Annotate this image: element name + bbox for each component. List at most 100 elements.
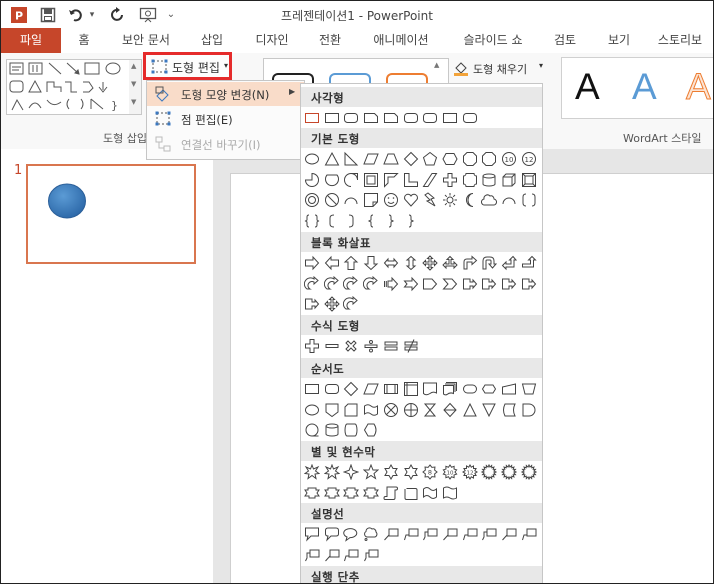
- shape-option-rect-5[interactable]: [403, 110, 420, 127]
- shape-option-arrow-24[interactable]: [304, 296, 321, 313]
- shape-option-callout-14[interactable]: [343, 547, 360, 564]
- shape-option-callout-13[interactable]: [324, 547, 341, 564]
- gallery-scrollbar[interactable]: ▲ ▼ ▼: [129, 59, 142, 115]
- shape-option-callout-4[interactable]: [383, 526, 400, 543]
- shape-option-callout-0[interactable]: [304, 526, 321, 543]
- shape-option-flow-21[interactable]: [481, 402, 498, 419]
- styles-scroll-up-icon[interactable]: ▲: [434, 61, 439, 69]
- shape-option-arrow-5[interactable]: [403, 255, 420, 272]
- circle-shape[interactable]: [47, 182, 87, 220]
- shape-option-star-18[interactable]: [422, 485, 439, 502]
- tab-transitions[interactable]: 전환: [305, 28, 355, 53]
- shape-option-basic-3[interactable]: [363, 151, 380, 168]
- shape-option-rect-7[interactable]: [442, 110, 459, 127]
- shape-option-flow-5[interactable]: [403, 381, 420, 398]
- tab-home[interactable]: 홈: [61, 28, 107, 53]
- shape-option-basic-16[interactable]: [383, 172, 400, 189]
- tab-file[interactable]: 파일: [1, 28, 61, 53]
- shape-option-basic-8[interactable]: [462, 151, 479, 168]
- shape-option-basic-31[interactable]: [442, 192, 459, 209]
- shape-option-basic-18[interactable]: [422, 172, 439, 189]
- shape-option-star-9[interactable]: [481, 463, 498, 481]
- shape-option-basic-11[interactable]: 12: [521, 151, 538, 168]
- shape-option-rect-3[interactable]: [363, 110, 380, 127]
- shape-option-callout-7[interactable]: [442, 526, 459, 543]
- shape-option-arrow-3[interactable]: [363, 255, 380, 272]
- tab-insert[interactable]: 삽입: [185, 28, 239, 53]
- shape-option-callout-11[interactable]: [521, 526, 538, 543]
- shape-option-callout-9[interactable]: [481, 526, 498, 543]
- wordart-style-orange[interactable]: A: [686, 66, 712, 108]
- shape-option-basic-22[interactable]: [501, 172, 518, 189]
- shape-option-star-3[interactable]: [362, 463, 380, 481]
- shape-option-basic-13[interactable]: [324, 172, 341, 189]
- tab-storyboard[interactable]: 스토리보: [647, 28, 713, 53]
- shape-option-basic-10[interactable]: 10: [501, 151, 518, 168]
- shape-option-flow-3[interactable]: [363, 381, 380, 398]
- shape-option-basic-19[interactable]: [442, 172, 459, 189]
- shape-option-callout-5[interactable]: [403, 526, 420, 543]
- shape-option-arrow-23[interactable]: [521, 276, 538, 293]
- tab-design[interactable]: 디자인: [239, 28, 305, 53]
- tab-view[interactable]: 보기: [591, 28, 647, 53]
- shape-option-flow-1[interactable]: [324, 381, 341, 398]
- shape-option-basic-34[interactable]: [501, 192, 518, 209]
- wordart-style-blue[interactable]: A: [632, 66, 657, 108]
- shape-option-callout-8[interactable]: [462, 526, 479, 543]
- shape-option-arrow-12[interactable]: [303, 275, 321, 293]
- shape-option-arrow-10[interactable]: [501, 255, 518, 272]
- shape-option-basic-41[interactable]: [403, 213, 420, 230]
- shape-option-basic-6[interactable]: [422, 151, 439, 168]
- tab-security[interactable]: 보안 문서: [107, 28, 185, 53]
- menu-item-change-shape[interactable]: 도형 모양 변경(N) ▶: [147, 82, 304, 106]
- shape-option-arrow-15[interactable]: [362, 275, 380, 293]
- shape-option-basic-15[interactable]: [363, 172, 380, 189]
- wordart-style-black[interactable]: A: [575, 66, 600, 108]
- shape-option-arrow-13[interactable]: [323, 275, 341, 293]
- shape-option-flow-8[interactable]: [462, 381, 479, 398]
- menu-item-edit-points[interactable]: 점 편집(E): [147, 107, 304, 131]
- shape-option-eq-0[interactable]: [304, 338, 321, 355]
- shape-option-flow-9[interactable]: [481, 381, 498, 398]
- shape-option-star-13[interactable]: [323, 485, 341, 502]
- shape-option-star-8[interactable]: 12: [461, 464, 479, 481]
- shape-option-flow-12[interactable]: [304, 402, 321, 419]
- shape-option-flow-2[interactable]: [343, 381, 360, 398]
- shape-option-flow-6[interactable]: [422, 381, 439, 398]
- shape-option-arrow-22[interactable]: [501, 276, 518, 293]
- tab-slideshow[interactable]: 슬라이드 쇼: [447, 28, 539, 53]
- shape-option-star-7[interactable]: 10: [442, 464, 459, 481]
- wordart-gallery[interactable]: A A A: [561, 57, 713, 119]
- shape-option-basic-9[interactable]: [481, 151, 498, 168]
- shape-option-flow-27[interactable]: [363, 422, 380, 439]
- shape-option-eq-1[interactable]: [324, 338, 341, 355]
- shape-option-basic-26[interactable]: [343, 192, 360, 209]
- shape-option-flow-16[interactable]: [383, 402, 400, 419]
- shape-option-basic-14[interactable]: [343, 172, 360, 189]
- shape-option-basic-32[interactable]: [462, 192, 479, 209]
- shape-option-basic-28[interactable]: [383, 192, 400, 209]
- shape-option-flow-19[interactable]: [442, 402, 459, 419]
- shape-option-arrow-17[interactable]: [402, 276, 420, 293]
- shape-option-arrow-8[interactable]: [462, 255, 479, 272]
- shape-option-rect-6[interactable]: [422, 110, 439, 127]
- shape-option-basic-25[interactable]: [324, 192, 341, 209]
- shape-option-flow-18[interactable]: [422, 402, 439, 419]
- shape-option-basic-4[interactable]: [383, 151, 400, 168]
- shape-option-callout-12[interactable]: [304, 547, 321, 564]
- shape-option-arrow-0[interactable]: [304, 255, 321, 272]
- shape-option-flow-24[interactable]: [304, 422, 321, 439]
- shape-option-star-12[interactable]: [304, 485, 321, 502]
- shape-option-arrow-9[interactable]: [481, 255, 498, 272]
- shape-option-basic-7[interactable]: [442, 151, 459, 168]
- shape-option-callout-3[interactable]: [363, 526, 380, 543]
- shape-option-flow-14[interactable]: [343, 402, 360, 419]
- shape-option-callout-10[interactable]: [501, 526, 518, 543]
- shape-option-flow-13[interactable]: [324, 402, 341, 419]
- shape-option-star-17[interactable]: [403, 485, 420, 502]
- shape-option-star-4[interactable]: [383, 463, 400, 481]
- shape-fill-button[interactable]: 도형 채우기 ▾: [453, 60, 549, 78]
- shape-option-basic-1[interactable]: [324, 151, 341, 168]
- shape-option-arrow-21[interactable]: [481, 276, 498, 293]
- shape-option-star-11[interactable]: [520, 463, 538, 481]
